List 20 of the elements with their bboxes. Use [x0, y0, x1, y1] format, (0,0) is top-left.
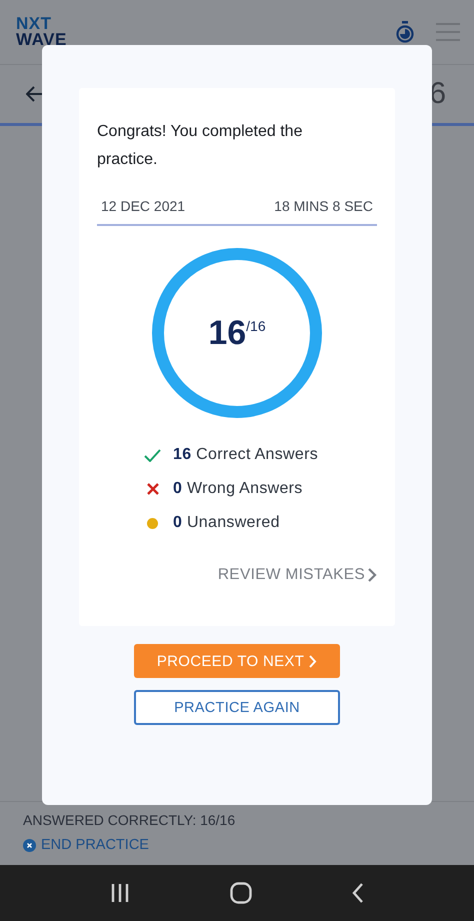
stopwatch-icon[interactable] — [396, 21, 414, 43]
congrats-message: Congrats! You completed the practice. — [97, 122, 304, 170]
stat-text: 16 Correct Answers — [173, 446, 318, 464]
practice-again-button[interactable]: PRACTICE AGAIN — [134, 690, 340, 725]
duration-text: 18 MINS 8 SEC — [274, 198, 373, 214]
cross-icon — [146, 482, 160, 496]
dot-icon — [147, 518, 158, 528]
review-mistakes-link[interactable]: REVIEW MISTAKES — [218, 566, 377, 584]
close-icon — [23, 838, 36, 852]
proceed-button[interactable]: PROCEED TO NEXT — [134, 644, 340, 678]
chevron-icon — [308, 654, 318, 668]
stat-text: 0 Unanswered — [173, 514, 280, 532]
date-text: 12 DEC 2021 — [101, 198, 186, 214]
stat-text: 0 Wrong Answers — [173, 480, 303, 498]
answered-count: ANSWERED CORRECTLY: 16/16 — [23, 812, 236, 828]
check-icon — [144, 448, 161, 462]
end-practice-link[interactable]: END PRACTICE — [23, 837, 149, 853]
chevron-icon — [367, 568, 377, 582]
logo: NXT WAVE — [16, 16, 67, 48]
back-arrow-icon[interactable] — [26, 86, 44, 102]
